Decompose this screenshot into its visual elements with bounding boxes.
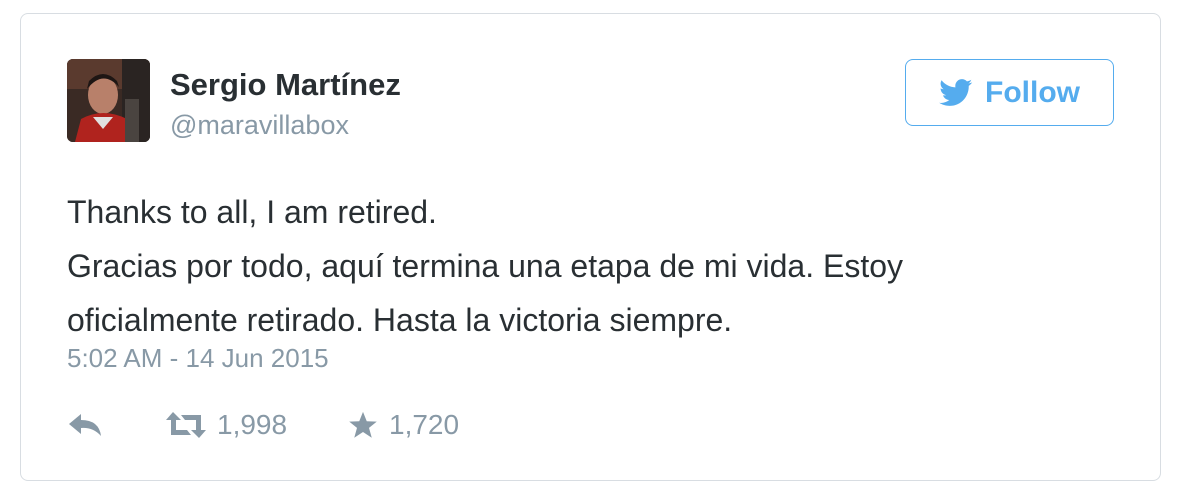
tweet-text-line: Gracias por todo, aquí termina una etapa… bbox=[67, 248, 904, 284]
retweet-count: 1,998 bbox=[217, 409, 288, 440]
retweet-icon bbox=[165, 410, 207, 440]
twitter-bird-icon bbox=[939, 78, 973, 107]
tweet-text-line: oficialmente retirado. Hasta la victoria… bbox=[67, 302, 733, 338]
user-handle[interactable]: @maravillabox bbox=[170, 110, 349, 141]
favorite-count: 1,720 bbox=[389, 409, 460, 440]
avatar-photo bbox=[67, 59, 150, 142]
star-icon bbox=[347, 410, 379, 440]
retweet-button[interactable]: 1,998 bbox=[165, 405, 287, 445]
follow-label: Follow bbox=[985, 75, 1080, 109]
reply-icon bbox=[67, 410, 103, 440]
tweet-timestamp[interactable]: 5:02 AM - 14 Jun 2015 bbox=[67, 343, 329, 374]
follow-button[interactable]: Follow bbox=[905, 59, 1114, 126]
reply-button[interactable] bbox=[67, 405, 103, 445]
tweet-card: Sergio Martínez @maravillabox Follow Tha… bbox=[20, 13, 1161, 481]
tweet-text-line: Thanks to all, I am retired. bbox=[67, 194, 437, 230]
avatar[interactable] bbox=[67, 59, 150, 142]
tweet-text: Thanks to all, I am retired. Gracias por… bbox=[67, 185, 1067, 347]
favorite-button[interactable]: 1,720 bbox=[347, 405, 459, 445]
display-name[interactable]: Sergio Martínez bbox=[170, 67, 401, 103]
